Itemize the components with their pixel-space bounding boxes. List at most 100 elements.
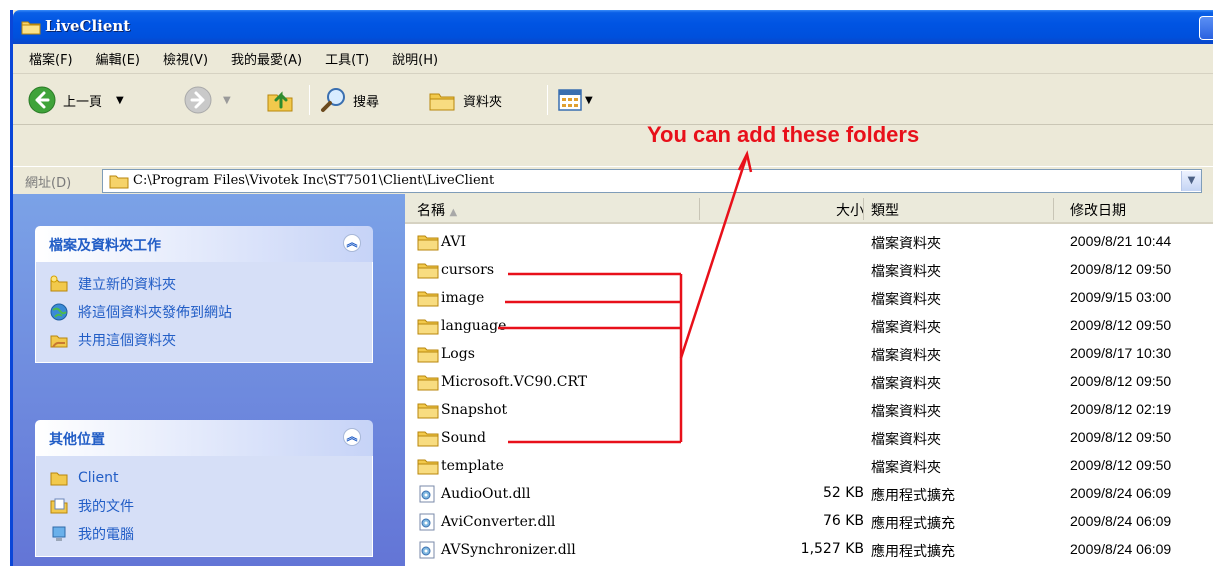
column-header-date[interactable]: 修改日期 (1070, 200, 1126, 220)
file-row[interactable]: AVI 檔案資料夾 2009/8/21 10:44 (405, 229, 1213, 257)
task-publish-web[interactable]: 將這個資料夾發佈到網站 (50, 298, 372, 326)
publish-web-icon (50, 303, 68, 321)
collapse-icon[interactable]: ︽ (343, 428, 361, 446)
column-divider[interactable] (1053, 198, 1054, 220)
share-folder-icon (50, 335, 68, 348)
task-new-folder[interactable]: 建立新的資料夾 (50, 270, 372, 298)
collapse-icon[interactable]: ︽ (343, 234, 361, 252)
file-tasks-header[interactable]: 檔案及資料夾工作 ︽ (35, 226, 373, 262)
folder-icon (21, 21, 41, 35)
file-row[interactable]: AudioOut.dll 52 KB 應用程式擴充 2009/8/24 06:09 (405, 481, 1213, 509)
place-client[interactable]: Client (50, 464, 372, 492)
file-name: template (441, 458, 504, 474)
dll-icon (419, 513, 435, 531)
up-folder-icon (267, 91, 293, 112)
menu-favorites[interactable]: 我的最愛(A) (231, 49, 302, 68)
minimize-button[interactable] (1199, 16, 1213, 40)
address-dropdown-icon[interactable]: ▼ (1181, 171, 1201, 191)
file-type: 應用程式擴充 (871, 544, 955, 560)
file-type: 檔案資料夾 (871, 432, 941, 448)
views-button[interactable]: ▼ (557, 75, 593, 125)
address-bar: 網址(D) C:\Program Files\Vivotek Inc\ST750… (13, 166, 1213, 194)
place-my-computer[interactable]: 我的電腦 (50, 520, 372, 548)
back-dropdown-icon[interactable]: ▼ (116, 95, 124, 106)
search-label: 搜尋 (353, 94, 380, 110)
file-date: 2009/8/12 09:50 (1070, 373, 1172, 389)
file-size: 52 KB (822, 485, 864, 501)
other-places-body: Client 我的文件 我的電腦 (35, 456, 373, 557)
file-name-cell: cursors (417, 261, 494, 279)
title-bar[interactable]: LiveClient (13, 10, 1213, 44)
file-type: 檔案資料夾 (871, 376, 941, 392)
search-button[interactable]: 搜尋 (319, 75, 379, 125)
column-header-name[interactable]: 名稱 ▲ (417, 200, 457, 220)
task-label: 將這個資料夾發佈到網站 (78, 305, 232, 321)
explorer-window: LiveClient 檔案(F) 編輯(E) 檢視(V) 我的最愛(A) 工具(… (10, 10, 1213, 566)
address-field[interactable]: C:\Program Files\Vivotek Inc\ST7501\Clie… (102, 169, 1202, 193)
dll-icon (419, 485, 435, 503)
file-date: 2009/8/12 09:50 (1070, 261, 1172, 277)
file-name: language (441, 318, 507, 334)
file-row[interactable]: cursors 檔案資料夾 2009/8/12 09:50 (405, 257, 1213, 285)
folder-icon (50, 472, 68, 486)
folder-icon (417, 431, 439, 447)
column-header-size[interactable]: 大小 (836, 200, 864, 220)
other-places-header[interactable]: 其他位置 ︽ (35, 420, 373, 456)
file-row[interactable]: image 檔案資料夾 2009/9/15 03:00 (405, 285, 1213, 313)
file-row[interactable]: Snapshot 檔案資料夾 2009/8/12 02:19 (405, 397, 1213, 425)
file-size: 76 KB (822, 513, 864, 529)
column-divider[interactable] (699, 198, 700, 220)
search-icon (321, 88, 345, 112)
file-name-cell: AVSynchronizer.dll (417, 541, 576, 559)
menu-view[interactable]: 檢視(V) (163, 49, 208, 68)
file-row[interactable]: Microsoft.VC90.CRT 檔案資料夾 2009/8/12 09:50 (405, 369, 1213, 397)
folder-icon (417, 403, 439, 419)
folders-button[interactable]: 資料夾 (427, 75, 502, 125)
file-date: 2009/8/24 06:09 (1070, 513, 1172, 529)
file-type: 檔案資料夾 (871, 320, 941, 336)
file-name-cell: template (417, 457, 504, 475)
sort-ascending-icon: ▲ (449, 207, 458, 218)
menu-bar: 檔案(F) 編輯(E) 檢視(V) 我的最愛(A) 工具(T) 說明(H) (13, 44, 1213, 74)
file-row[interactable]: Logs 檔案資料夾 2009/8/17 10:30 (405, 341, 1213, 369)
file-type: 檔案資料夾 (871, 264, 941, 280)
views-icon (558, 89, 582, 111)
column-divider[interactable] (863, 198, 864, 220)
forward-button[interactable]: ▼ (183, 75, 231, 125)
views-dropdown-icon[interactable]: ▼ (585, 95, 593, 106)
task-share-folder[interactable]: 共用這個資料夾 (50, 326, 372, 354)
file-name: Logs (441, 346, 475, 362)
menu-file[interactable]: 檔案(F) (29, 49, 73, 68)
place-my-documents[interactable]: 我的文件 (50, 492, 372, 520)
file-type: 檔案資料夾 (871, 460, 941, 476)
my-computer-icon (52, 526, 66, 541)
file-date: 2009/8/12 09:50 (1070, 317, 1172, 333)
file-row[interactable]: AviConverter.dll 76 KB 應用程式擴充 2009/8/24 06:… (405, 509, 1213, 537)
file-row[interactable]: AVSynchronizer.dll 1,527 KB 應用程式擴充 2009/8/2… (405, 537, 1213, 565)
task-label: 建立新的資料夾 (78, 277, 176, 293)
folder-icon (417, 375, 439, 391)
toolbar: 上一頁 ▼ ▼ 搜尋 資料夾 ▼ (13, 75, 1213, 125)
forward-dropdown-icon[interactable]: ▼ (223, 95, 231, 106)
menu-tools[interactable]: 工具(T) (325, 49, 369, 68)
folder-icon (417, 235, 439, 251)
file-date: 2009/8/17 10:30 (1070, 345, 1172, 361)
new-folder-icon (50, 275, 68, 292)
file-row[interactable]: Sound 檔案資料夾 2009/8/12 09:50 (405, 425, 1213, 453)
back-button[interactable]: 上一頁 ▼ (27, 75, 124, 125)
my-documents-icon (50, 498, 68, 514)
file-type: 應用程式擴充 (871, 516, 955, 532)
file-name-cell: AviConverter.dll (417, 513, 555, 531)
file-name-cell: image (417, 289, 484, 307)
column-header-type[interactable]: 類型 (871, 200, 899, 220)
file-date: 2009/8/12 02:19 (1070, 401, 1172, 417)
address-label: 網址(D) (25, 176, 72, 191)
menu-help[interactable]: 說明(H) (392, 49, 438, 68)
file-tasks-body: 建立新的資料夾 將這個資料夾發佈到網站 共用這個資料夾 (35, 262, 373, 363)
annotation-text: You can add these folders (647, 122, 920, 147)
file-row[interactable]: language 檔案資料夾 2009/8/12 09:50 (405, 313, 1213, 341)
up-folder-button[interactable] (265, 75, 295, 125)
task-pane: 檔案及資料夾工作 ︽ 建立新的資料夾 將這個資料夾發佈到網站 共用這個資料夾 其… (13, 194, 405, 566)
file-row[interactable]: template 檔案資料夾 2009/8/12 09:50 (405, 453, 1213, 481)
menu-edit[interactable]: 編輯(E) (96, 49, 140, 68)
